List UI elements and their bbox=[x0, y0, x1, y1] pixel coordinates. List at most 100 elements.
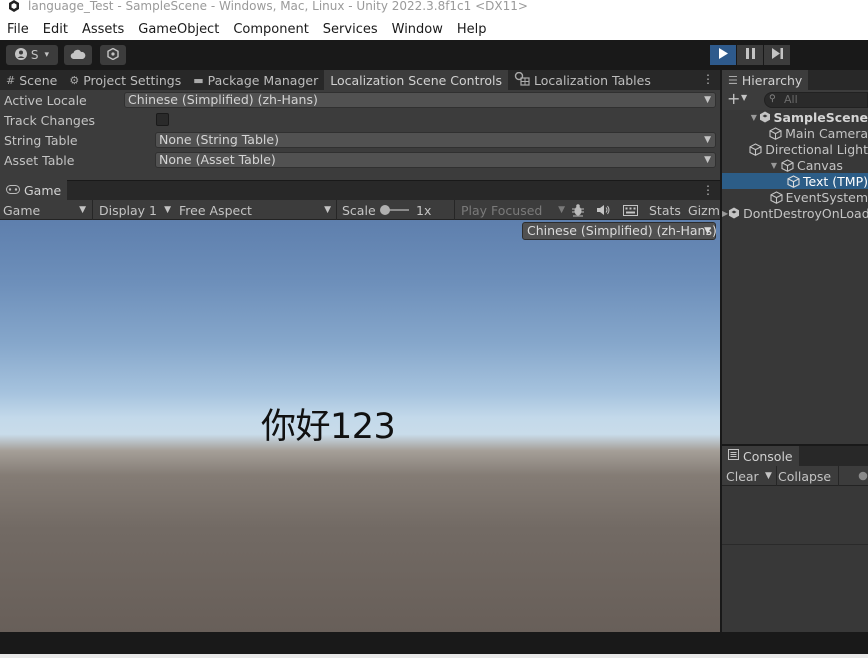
pause-icon bbox=[745, 48, 755, 62]
hierarchy-item-samplescene[interactable]: ▼ SampleScene bbox=[722, 109, 868, 125]
menu-assets[interactable]: Assets bbox=[75, 22, 131, 37]
hierarchy-item-directional-light[interactable]: Directional Light bbox=[722, 141, 868, 157]
collapse-button[interactable]: Collapse bbox=[778, 466, 831, 486]
hierarchy-item-text-tmp[interactable]: Text (TMP) bbox=[722, 173, 868, 189]
tab-game-label: Game bbox=[24, 182, 62, 198]
info-icon[interactable] bbox=[858, 466, 868, 486]
display-dropdown[interactable]: Display 1 ▼ bbox=[99, 200, 171, 220]
game-panel-menu-icon[interactable]: ⋮ bbox=[702, 184, 714, 196]
expand-triangle-icon[interactable]: ▼ bbox=[768, 161, 780, 170]
menu-edit[interactable]: Edit bbox=[36, 22, 75, 37]
package-icon: ▬ bbox=[193, 73, 204, 87]
menu-help[interactable]: Help bbox=[450, 22, 494, 37]
gizmos-button[interactable]: Gizmos bbox=[688, 200, 720, 220]
hierarchy-item-dontdestroyonload[interactable]: ▶ DontDestroyOnLoad bbox=[722, 205, 868, 221]
active-locale-row: Active Locale Chinese (Simplified) (zh-H… bbox=[0, 90, 720, 110]
hierarchy-item-label: Main Camera bbox=[785, 125, 868, 141]
chevron-down-icon: ▼ bbox=[324, 205, 331, 215]
tab-localization-tables[interactable]: Localization Tables bbox=[508, 70, 657, 90]
chevron-down-icon[interactable]: ▼ bbox=[765, 466, 772, 486]
scale-slider-thumb[interactable] bbox=[380, 205, 390, 215]
game-toolbar: Game ▼ Display 1 ▼ Free Aspect ▼ Scale 1… bbox=[0, 200, 720, 220]
cloud-button[interactable] bbox=[64, 45, 92, 65]
play-icon bbox=[718, 48, 728, 62]
expand-triangle-icon[interactable]: ▼ bbox=[749, 113, 759, 122]
asset-table-field[interactable]: None (Asset Table) ▼ bbox=[155, 152, 716, 168]
hierarchy-item-eventsystem[interactable]: EventSystem bbox=[722, 189, 868, 205]
hierarchy-item-label: EventSystem bbox=[785, 189, 868, 205]
toolbar-divider bbox=[776, 466, 777, 486]
game-panel: Game ⋮ Game ▼ Display 1 ▼ Free Aspect ▼ … bbox=[0, 180, 720, 632]
menu-window[interactable]: Window bbox=[385, 22, 450, 37]
tab-project-settings[interactable]: ⚙ Project Settings bbox=[63, 70, 187, 90]
hierarchy-item-canvas[interactable]: ▼ Canvas bbox=[722, 157, 868, 173]
menu-gameobject[interactable]: GameObject bbox=[131, 22, 226, 37]
display-value: Display 1 bbox=[99, 202, 158, 218]
tab-hierarchy[interactable]: ☰ Hierarchy bbox=[722, 70, 809, 90]
localized-scene-text: 你好123 bbox=[261, 407, 396, 447]
stats-button[interactable]: Stats bbox=[649, 200, 681, 220]
localization-panel: # Scene ⚙ Project Settings ▬ Package Man… bbox=[0, 70, 720, 180]
playmode-controls bbox=[710, 45, 791, 65]
toolbar-divider bbox=[454, 200, 455, 220]
gameobject-cube-icon bbox=[780, 158, 794, 172]
play-focused-value: Play Focused bbox=[461, 202, 543, 218]
track-changes-label: Track Changes bbox=[4, 112, 96, 128]
localization-table-icon bbox=[514, 71, 530, 89]
status-bar bbox=[0, 632, 868, 658]
active-locale-dropdown[interactable]: Chinese (Simplified) (zh-Hans) ▼ bbox=[124, 92, 716, 108]
chevron-down-icon: ▼ bbox=[79, 205, 86, 215]
menu-services[interactable]: Services bbox=[316, 22, 385, 37]
runtime-locale-dropdown[interactable]: Chinese (Simplified) (zh-Hans) ▼ bbox=[522, 222, 717, 240]
game-viewport[interactable]: Chinese (Simplified) (zh-Hans) ▼ 你好123 bbox=[0, 220, 720, 632]
tab-game[interactable]: Game bbox=[0, 180, 68, 200]
tab-console[interactable]: Console bbox=[722, 446, 799, 466]
hierarchy-item-main-camera[interactable]: Main Camera bbox=[722, 125, 868, 141]
step-button[interactable] bbox=[764, 45, 790, 65]
pause-button[interactable] bbox=[737, 45, 763, 65]
chevron-down-icon: ▼ bbox=[704, 155, 711, 165]
hierarchy-item-label: DontDestroyOnLoad bbox=[743, 205, 868, 221]
asset-table-label: Asset Table bbox=[4, 152, 75, 168]
console-panel: Console Clear ▼ Collapse bbox=[722, 446, 868, 632]
tab-package-manager[interactable]: ▬ Package Manager bbox=[187, 70, 324, 90]
main-toolbar: S ▾ bbox=[0, 40, 868, 70]
account-label: S bbox=[30, 48, 39, 62]
hierarchy-search-input[interactable]: ⚲ All bbox=[764, 92, 868, 108]
clear-button[interactable]: Clear bbox=[726, 466, 759, 486]
asset-table-row: Asset Table None (Asset Table) ▼ bbox=[0, 150, 720, 170]
search-icon: ⚲ bbox=[769, 94, 776, 104]
display-mode-dropdown[interactable]: Game ▼ bbox=[3, 200, 89, 220]
gameobject-cube-icon bbox=[769, 126, 782, 140]
audio-mute-icon[interactable] bbox=[597, 200, 613, 220]
tab-console-label: Console bbox=[743, 448, 793, 464]
panel-menu-icon[interactable]: ⋮ bbox=[702, 73, 714, 85]
hierarchy-panel: ☰ Hierarchy + ▼ ⚲ All ▼ SampleScene Main… bbox=[722, 70, 868, 444]
string-table-field[interactable]: None (String Table) ▼ bbox=[155, 132, 716, 148]
search-placeholder: All bbox=[784, 93, 798, 106]
menu-file[interactable]: File bbox=[0, 22, 36, 37]
play-focused-dropdown[interactable]: Play Focused ▼ bbox=[461, 200, 565, 220]
scale-label: Scale bbox=[342, 202, 376, 218]
scale-slider[interactable] bbox=[379, 200, 411, 220]
display-mode-value: Game bbox=[3, 202, 41, 218]
play-button[interactable] bbox=[710, 45, 736, 65]
track-changes-checkbox[interactable] bbox=[156, 113, 169, 126]
aspect-dropdown[interactable]: Free Aspect ▼ bbox=[179, 200, 331, 220]
gear-icon: ⚙ bbox=[69, 73, 80, 87]
collab-button[interactable] bbox=[100, 45, 126, 65]
account-button[interactable]: S ▾ bbox=[6, 45, 58, 65]
track-changes-row: Track Changes bbox=[0, 110, 720, 130]
keyboard-icon[interactable] bbox=[623, 200, 639, 220]
status-bar-bottom-edge bbox=[0, 654, 868, 658]
hierarchy-item-label: Directional Light bbox=[765, 141, 868, 157]
bug-icon[interactable] bbox=[571, 200, 587, 220]
hierarchy-item-label: Text (TMP) bbox=[803, 173, 868, 189]
active-locale-value: Chinese (Simplified) (zh-Hans) bbox=[128, 92, 318, 107]
tab-localization-tables-label: Localization Tables bbox=[534, 72, 651, 88]
menu-component[interactable]: Component bbox=[226, 22, 315, 37]
tab-scene[interactable]: # Scene bbox=[0, 70, 63, 90]
tab-localization-scene-controls[interactable]: Localization Scene Controls bbox=[324, 70, 509, 90]
add-icon[interactable]: + bbox=[727, 91, 740, 107]
chevron-down-icon[interactable]: ▼ bbox=[741, 93, 747, 102]
